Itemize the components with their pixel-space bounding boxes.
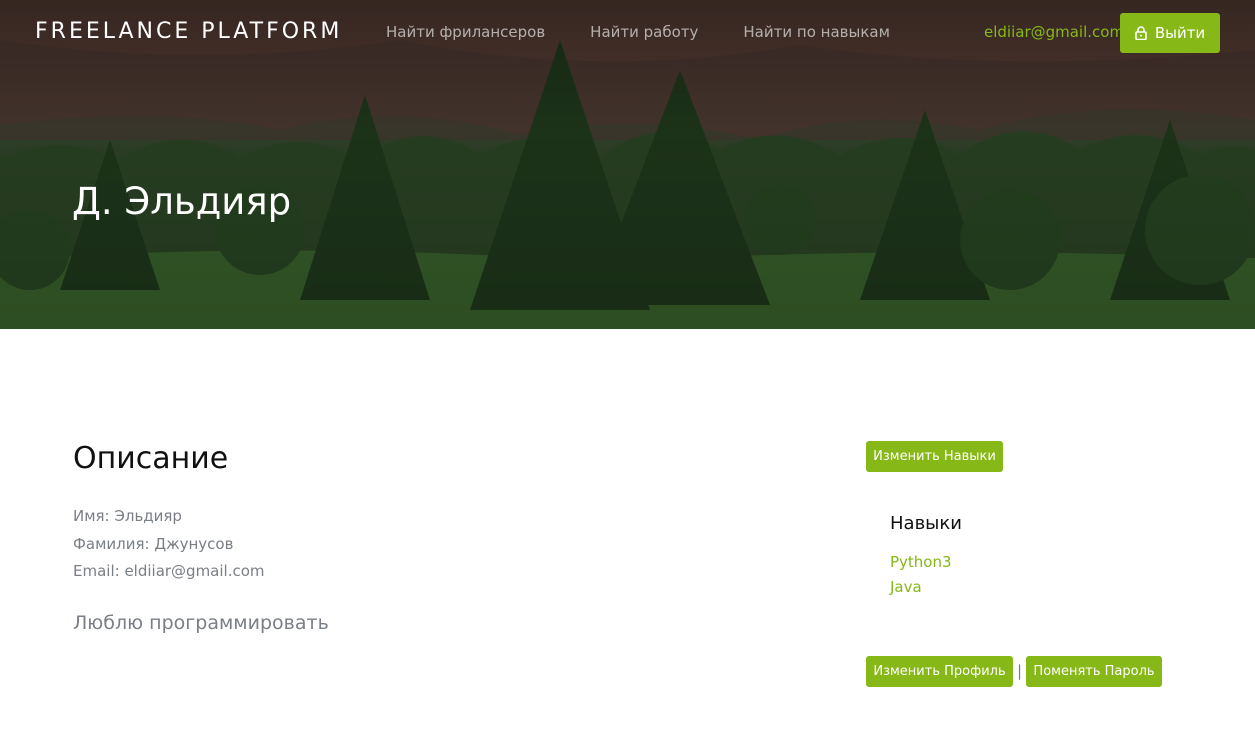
logout-button[interactable]: Выйти	[1120, 13, 1220, 53]
skill-item[interactable]: Python3	[890, 553, 952, 571]
first-name-text: Имя: Эльдияр	[73, 507, 182, 525]
nav-link-find-freelancers[interactable]: Найти фрилансеров	[386, 23, 545, 41]
nav-links: Найти фрилансеров Найти работу Найти по …	[386, 23, 890, 41]
profile-content: Описание Имя: Эльдияр Фамилия: Джунусов …	[0, 329, 1255, 748]
skills-heading: Навыки	[890, 513, 962, 534]
lock-icon	[1135, 26, 1147, 40]
description-heading: Описание	[73, 441, 229, 476]
about-text: Люблю программировать	[73, 612, 329, 634]
action-separator: |	[1017, 662, 1023, 680]
navbar: FREELANCE PLATFORM Найти фрилансеров Най…	[0, 0, 1255, 66]
brand-logo[interactable]: FREELANCE PLATFORM	[35, 19, 342, 44]
nav-link-find-work[interactable]: Найти работу	[590, 23, 698, 41]
nav-link-find-by-skills[interactable]: Найти по навыкам	[743, 23, 889, 41]
edit-profile-button[interactable]: Изменить Профиль	[866, 656, 1013, 687]
user-email-link[interactable]: eldiiar@gmail.com	[984, 23, 1124, 41]
last-name-text: Фамилия: Джунусов	[73, 535, 234, 553]
logout-label: Выйти	[1154, 24, 1206, 42]
change-password-button[interactable]: Поменять Пароль	[1026, 656, 1162, 687]
profile-name-title: Д. Эльдияр	[72, 180, 292, 223]
email-text: Email: eldiiar@gmail.com	[73, 562, 265, 580]
hero-banner: FREELANCE PLATFORM Найти фрилансеров Най…	[0, 0, 1255, 329]
edit-skills-button[interactable]: Изменить Навыки	[866, 441, 1003, 472]
skill-item[interactable]: Java	[890, 578, 922, 596]
